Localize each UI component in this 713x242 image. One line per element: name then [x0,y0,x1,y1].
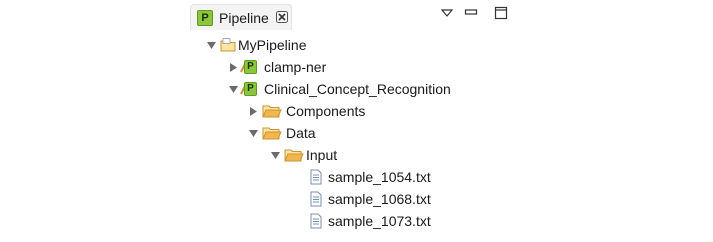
tree-item-label: Components [286,103,366,119]
tree-item-label: Clinical_Concept_Recognition [264,81,451,97]
expanded-arrow-icon[interactable] [206,40,217,51]
tree-item-file[interactable]: sample_1068.txt [308,188,488,210]
tree-item-label: sample_1068.txt [328,191,431,207]
minimize-icon[interactable] [464,6,478,20]
tree-item-file[interactable]: sample_1054.txt [308,166,488,188]
pipeline-project-icon: P [240,59,257,75]
pipeline-view-icon: P [197,10,213,26]
collapsed-arrow-icon[interactable] [228,62,239,73]
collapsed-arrow-icon[interactable] [248,106,259,117]
tree-item-label: clamp-ner [264,59,327,75]
view-tab-bar: P Pipeline [186,0,526,34]
tab-title: Pipeline [219,10,269,26]
tree-item-label: MyPipeline [238,37,307,53]
tree-item-data[interactable]: Data [248,122,448,144]
text-file-icon [310,213,322,229]
tree-item-clinical-concept-recognition[interactable]: P Clinical_Concept_Recognition [228,78,518,100]
text-file-icon [310,191,322,207]
folder-icon [262,105,282,118]
tree-item-label: sample_1073.txt [328,213,431,229]
project-badge: P [244,60,257,74]
expanded-arrow-icon[interactable] [228,84,239,95]
folder-open-icon [284,149,304,162]
expanded-arrow-icon[interactable] [248,128,259,139]
view-menu-icon[interactable] [440,6,454,20]
folder-open-icon [262,127,282,140]
pipeline-project-icon: P [240,81,257,97]
project-badge: P [244,82,257,96]
text-file-icon [310,169,322,185]
tree-item-label: Input [306,147,338,163]
tree-item-file[interactable]: sample_1073.txt [308,210,488,232]
tree-item-label: sample_1054.txt [328,169,431,185]
tree-item-input[interactable]: Input [270,144,470,166]
tree-item-components[interactable]: Components [248,100,448,122]
pipeline-view: P Pipeline MyPipeline P clamp-ner P Clin… [186,0,526,242]
maximize-icon[interactable] [494,6,508,20]
tree-item-label: Data [286,125,316,141]
tree-item-clamp-ner[interactable]: P clamp-ner [228,56,508,78]
tab-pipeline[interactable]: P Pipeline [190,4,292,30]
project-folder-icon [220,38,236,52]
expanded-arrow-icon[interactable] [270,150,281,161]
close-icon[interactable] [275,10,289,24]
tree-item-mypipeline[interactable]: MyPipeline [206,34,506,56]
